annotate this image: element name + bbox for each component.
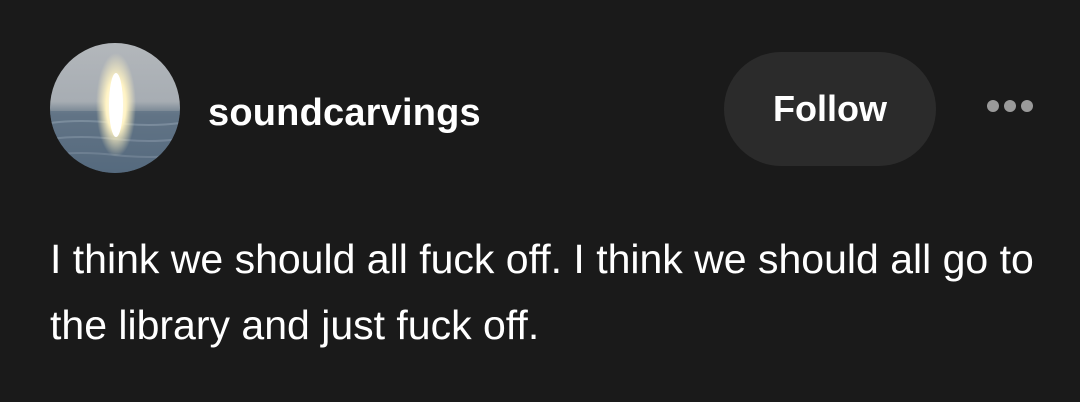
more-options-button[interactable] [980,92,1040,120]
username[interactable]: soundcarvings [208,90,481,136]
follow-button[interactable]: Follow [724,52,936,166]
avatar-image [50,43,180,173]
post-body-text: I think we should all fuck off. I think … [50,236,1034,348]
avatar[interactable] [50,43,180,173]
more-horizontal-icon [987,100,1033,112]
post-card: soundcarvings Follow I think we should a… [0,0,1080,402]
